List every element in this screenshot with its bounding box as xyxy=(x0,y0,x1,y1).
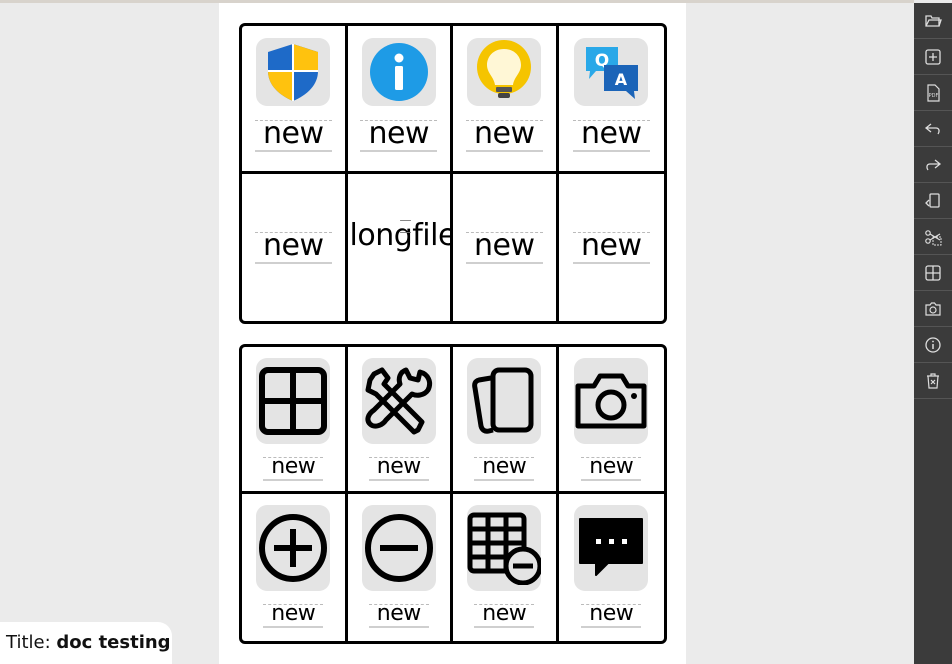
cell-label: new xyxy=(255,114,331,154)
grid-icon xyxy=(256,358,331,444)
cell-label: new xyxy=(573,114,649,154)
symbol-grid-top: new new new Q A new new — — longfile new… xyxy=(239,23,667,324)
cell-label: new xyxy=(474,598,535,630)
cell-label: new xyxy=(368,451,429,483)
grid-cell[interactable]: new xyxy=(242,494,348,641)
grid-cell[interactable]: Q A new xyxy=(558,26,664,174)
grid-cell[interactable]: — — longfile xyxy=(348,173,453,321)
cell-label: new xyxy=(360,114,437,154)
grid-cell[interactable]: new xyxy=(453,26,559,174)
cell-label: new xyxy=(466,114,542,154)
rotate-page-icon xyxy=(925,192,940,208)
grid-cell[interactable]: new xyxy=(242,26,348,174)
tools-icon xyxy=(361,358,436,444)
layout-button[interactable] xyxy=(914,255,952,291)
title-label: Title: xyxy=(6,632,51,653)
grid-cell[interactable]: new xyxy=(453,347,559,494)
cell-label: new xyxy=(263,451,324,483)
grid-cell[interactable]: new xyxy=(558,347,664,494)
rotate-page-button[interactable] xyxy=(914,183,952,219)
grid-cell[interactable]: new xyxy=(242,173,348,321)
message-icon xyxy=(574,505,649,591)
pdf-icon: PDF xyxy=(927,83,940,102)
layout-grid-icon xyxy=(925,264,941,281)
pdf-button[interactable]: PDF xyxy=(914,75,952,111)
grid-cell[interactable]: new xyxy=(559,174,665,322)
table-remove-icon xyxy=(467,505,542,591)
cell-label: new xyxy=(466,226,542,266)
dash-mark: — xyxy=(399,224,412,239)
add-page-button[interactable] xyxy=(914,39,952,75)
grid-cell[interactable]: new xyxy=(559,494,665,641)
right-toolbar: PDF xyxy=(914,3,952,664)
grid-cell[interactable]: new xyxy=(242,347,348,494)
add-page-icon xyxy=(925,48,941,65)
cell-label: new xyxy=(573,226,649,266)
info-button[interactable] xyxy=(914,327,952,363)
cell-label: new xyxy=(255,226,331,266)
delete-button[interactable] xyxy=(914,363,952,399)
info-icon xyxy=(925,336,941,353)
svg-text:A: A xyxy=(615,70,628,89)
shield-icon xyxy=(256,38,331,106)
cut-button[interactable] xyxy=(914,219,952,255)
info-icon xyxy=(361,38,436,106)
qa-chat-icon: Q A xyxy=(574,38,649,106)
delete-icon xyxy=(927,372,939,389)
snapshot-button[interactable] xyxy=(914,291,952,327)
plus-circle-icon xyxy=(256,505,331,591)
cards-icon xyxy=(467,358,542,444)
minus-circle-icon xyxy=(361,505,436,591)
redo-button[interactable] xyxy=(914,147,952,183)
undo-button[interactable] xyxy=(914,111,952,147)
dash-mark: — xyxy=(399,212,412,227)
grid-cell[interactable]: new xyxy=(453,494,559,641)
cell-label: new xyxy=(263,598,324,630)
cut-icon xyxy=(925,229,942,245)
open-button[interactable] xyxy=(914,3,952,39)
folder-open-icon xyxy=(925,14,942,27)
undo-icon xyxy=(924,122,940,134)
title-value: doc testing xyxy=(56,632,171,653)
camera-icon xyxy=(574,358,649,444)
cell-label: new xyxy=(581,598,642,630)
svg-text:PDF: PDF xyxy=(929,93,939,99)
grid-cell[interactable]: new xyxy=(347,26,453,174)
grid-cell[interactable]: new xyxy=(453,173,559,321)
grid-cell[interactable]: new xyxy=(347,347,453,494)
camera-icon xyxy=(925,301,941,316)
cell-label: new xyxy=(368,598,429,630)
redo-icon xyxy=(926,158,942,170)
lightbulb-icon xyxy=(467,38,542,106)
document-page: new new new Q A new new — — longfile new… xyxy=(219,3,686,664)
document-title: Title: doc testing xyxy=(0,622,172,664)
cell-label: new xyxy=(581,451,642,483)
cell-label: new xyxy=(474,451,535,483)
grid-cell[interactable]: new xyxy=(348,494,453,641)
symbol-grid-bottom: new new new new new new new new xyxy=(239,344,667,644)
